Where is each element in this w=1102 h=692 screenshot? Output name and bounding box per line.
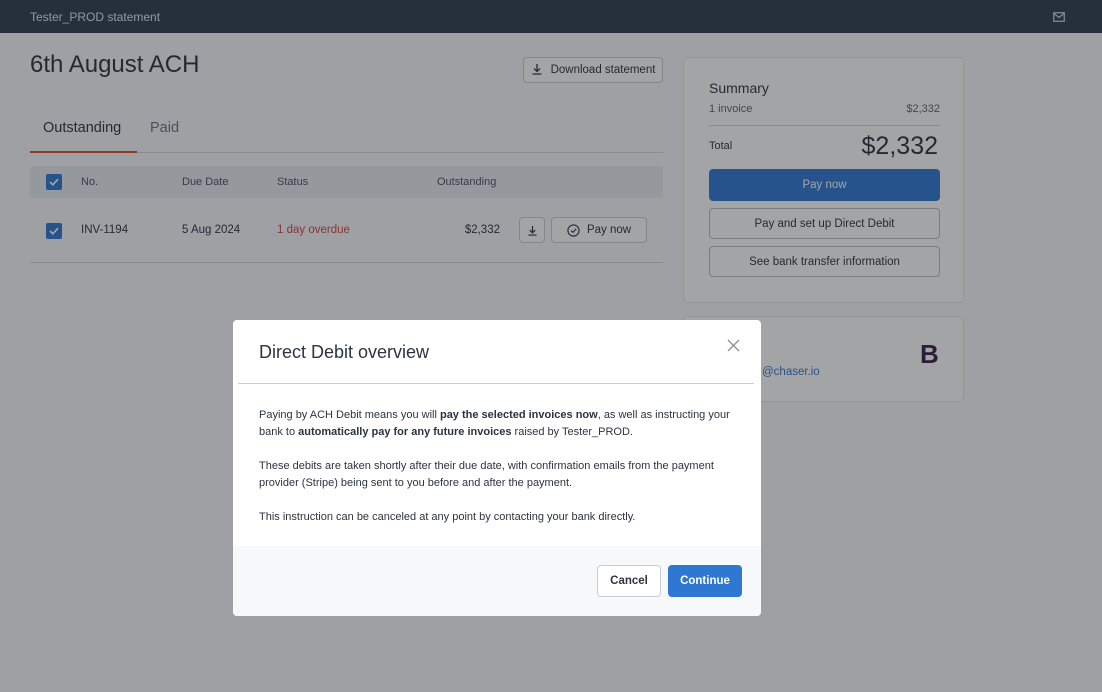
modal-title: Direct Debit overview: [259, 342, 430, 362]
modal-paragraph-1: Paying by ACH Debit means you will pay t…: [259, 409, 730, 438]
divider: [238, 383, 754, 384]
modal-body: Paying by ACH Debit means you will pay t…: [259, 407, 741, 543]
close-icon[interactable]: [725, 337, 741, 353]
modal-paragraph-2: These debits are taken shortly after the…: [259, 460, 714, 489]
direct-debit-modal: Direct Debit overview Paying by ACH Debi…: [233, 320, 761, 616]
cancel-button[interactable]: Cancel: [597, 565, 661, 597]
modal-footer: Cancel Continue: [233, 546, 761, 616]
modal-paragraph-3: This instruction can be canceled at any …: [259, 511, 636, 523]
continue-button[interactable]: Continue: [668, 565, 742, 597]
